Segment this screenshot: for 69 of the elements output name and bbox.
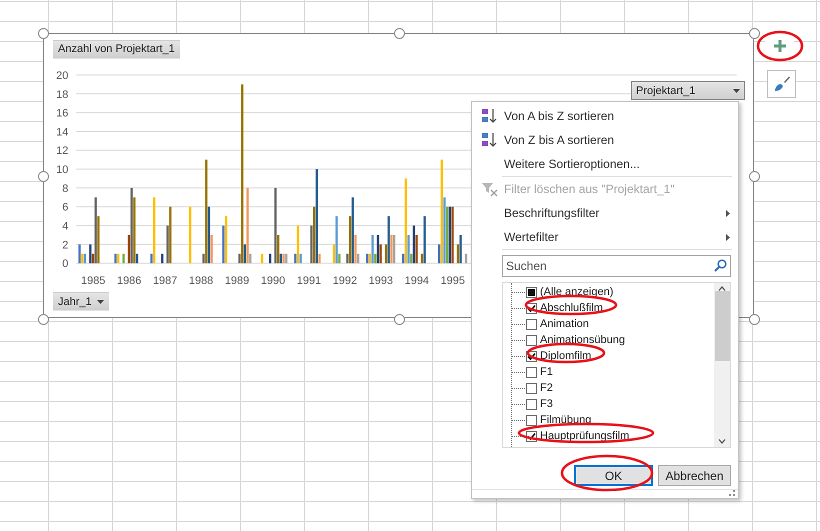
resize-handle[interactable] (749, 28, 760, 39)
axis-tick-label: 16 (56, 108, 68, 120)
axis-category-label: 1990 (260, 275, 286, 288)
axis-tick-label: 4 (62, 220, 68, 232)
sort-icon (480, 132, 498, 148)
axis-category-label: 1991 (296, 275, 322, 288)
search-icon (714, 259, 727, 272)
checkbox[interactable] (526, 366, 537, 378)
search-field[interactable]: Suchen (502, 255, 731, 277)
checkbox[interactable] (526, 318, 537, 330)
scroll-up-icon (718, 286, 726, 291)
axis-tick-label: 2 (62, 239, 68, 252)
axis-category-label: 1985 (81, 275, 106, 288)
resize-grip-icon[interactable] (729, 490, 735, 496)
resize-handle[interactable] (749, 314, 760, 325)
chart-styles-button[interactable] (767, 70, 796, 98)
bar (161, 254, 164, 264)
resize-handle[interactable] (394, 314, 405, 325)
axis-tick-label: 6 (62, 202, 68, 214)
axis-category-label: 1986 (117, 275, 142, 288)
checkbox[interactable] (526, 382, 537, 394)
axis-tick-label: 14 (56, 126, 68, 138)
submenu-arrow-icon (726, 210, 730, 216)
axis-field-button[interactable]: Jahr_1 (53, 292, 109, 312)
plus-icon (772, 39, 786, 53)
axis-category-label: 1992 (332, 275, 358, 288)
resize-handle[interactable] (38, 314, 49, 325)
bar (260, 254, 264, 264)
legend-field-button[interactable]: Projektart_1 (631, 81, 745, 100)
brush-icon (772, 75, 790, 93)
value-field-button[interactable]: Anzahl von Projektart_1 (53, 40, 180, 59)
resize-handle[interactable] (394, 28, 405, 39)
axis-category-label: 1993 (368, 275, 394, 288)
scrollbar[interactable] (714, 283, 730, 447)
axis-tick-label: 8 (62, 182, 68, 195)
dropdown-arrow-icon (96, 300, 104, 304)
ok-button[interactable]: OK (574, 465, 653, 486)
menu-item[interactable]: Beschriftungsfilter (472, 201, 738, 225)
axis-tick-label: 18 (56, 88, 68, 101)
menu-item[interactable]: Wertefilter (472, 225, 738, 249)
checkbox[interactable] (526, 334, 537, 346)
bar (188, 206, 192, 264)
resize-handle[interactable] (38, 28, 49, 39)
submenu-arrow-icon (726, 234, 730, 240)
checkbox[interactable] (526, 398, 537, 410)
cancel-button[interactable]: Abbrechen (658, 465, 731, 486)
axis-category-label: 1989 (224, 275, 250, 288)
axis-category-label: 1994 (404, 275, 429, 288)
checkbox[interactable] (526, 414, 537, 426)
axis-tick-label: 12 (56, 145, 68, 158)
dropdown-arrow-icon (733, 88, 740, 92)
axis-category-label: 1988 (188, 275, 214, 288)
resize-handle[interactable] (749, 171, 760, 182)
menu-item[interactable]: Von A bis Z sortieren (472, 104, 738, 128)
menu-item[interactable]: Weitere Sortieroptionen... (472, 152, 738, 176)
highlight-ellipse (756, 30, 804, 62)
bar (464, 254, 468, 264)
resize-handle[interactable] (38, 171, 49, 182)
menu-item[interactable]: Von Z bis A sortieren (472, 128, 738, 152)
scroll-down-icon (718, 439, 726, 444)
axis-category-label: 1995 (440, 275, 465, 288)
clear-filter-icon (480, 181, 498, 197)
axis-tick-label: 0 (62, 258, 68, 270)
sort-icon (480, 108, 498, 124)
bar (122, 254, 125, 264)
bar (268, 254, 272, 264)
axis-tick-label: 10 (56, 164, 68, 176)
axis-category-label: 1987 (152, 275, 178, 288)
axis-tick-label: 20 (56, 70, 68, 82)
